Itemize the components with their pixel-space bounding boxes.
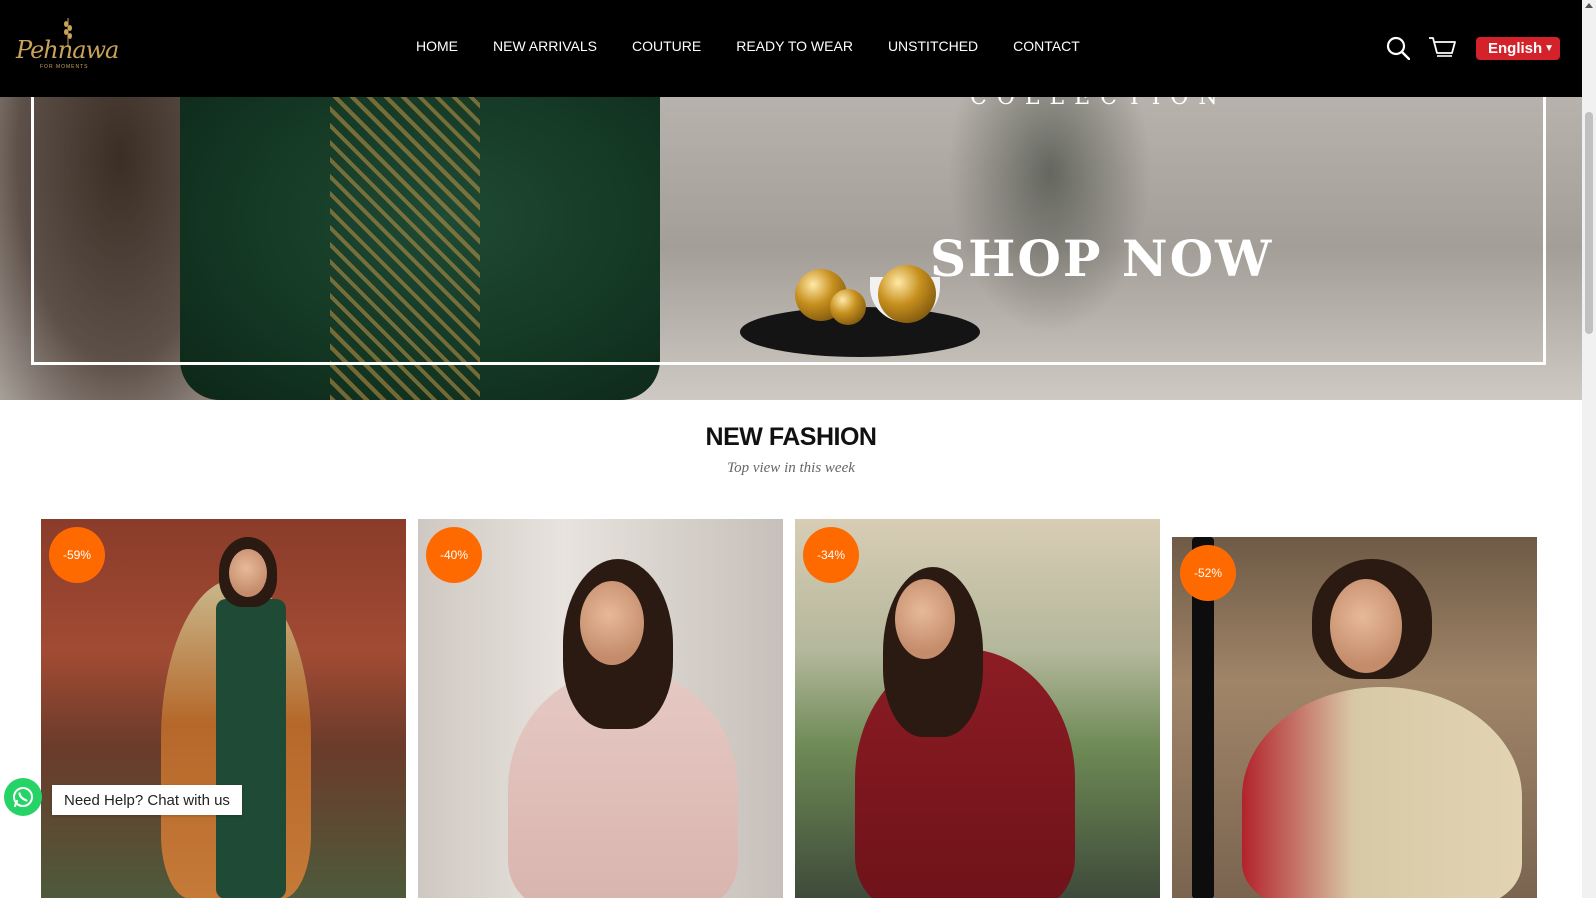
discount-badge: -59% [49,527,105,583]
product-model-face [229,549,267,597]
section-title: NEW FASHION [705,423,877,451]
nav-contact[interactable]: CONTACT [1013,38,1080,54]
nav-new-arrivals[interactable]: NEW ARRIVALS [493,38,597,54]
product-card[interactable]: -40% [418,519,783,898]
cart-icon [1429,37,1456,57]
nav-unstitched[interactable]: UNSTITCHED [888,38,978,54]
language-select[interactable]: English ▼ [1476,36,1560,60]
product-model-face [580,581,644,665]
page: Pehnawa FOR MOMENTS HOME NEW ARRIVALS CO… [0,0,1596,898]
hero-collection-text: COLLECTION [970,97,1228,110]
nav-couture[interactable]: COUTURE [632,38,701,54]
scrollbar-thumb[interactable] [1585,112,1593,334]
header-actions: English ▼ [1384,34,1560,62]
discount-badge: -40% [426,527,482,583]
chat-help-label[interactable]: Need Help? Chat with us [52,785,242,815]
brand-logo[interactable]: Pehnawa FOR MOMENTS [16,16,119,80]
search-button[interactable] [1384,34,1412,62]
product-dupatta [216,599,286,898]
nav-home[interactable]: HOME [416,38,458,54]
product-model-face [895,579,955,659]
site-header: Pehnawa FOR MOMENTS HOME NEW ARRIVALS CO… [0,0,1582,97]
product-image [1242,687,1522,898]
cart-button[interactable] [1428,34,1456,62]
product-card[interactable]: -59% [41,519,406,898]
nav-ready-to-wear[interactable]: READY TO WEAR [736,38,853,54]
section-subtitle: Top view in this week [727,460,855,476]
whatsapp-icon [13,787,33,808]
discount-badge: -52% [1180,545,1236,601]
page-scrollbar[interactable] [1582,0,1596,898]
search-icon [1386,36,1410,60]
main-nav: HOME NEW ARRIVALS COUTURE READY TO WEAR … [416,38,1080,54]
logo-wordmark: Pehnawa [16,36,119,64]
whatsapp-button[interactable] [4,778,42,816]
hero-banner[interactable]: COLLECTION SHOP NOW [0,97,1582,400]
viewport: Pehnawa FOR MOMENTS HOME NEW ARRIVALS CO… [0,0,1582,898]
hero-frame [31,97,1546,365]
discount-badge: -34% [803,527,859,583]
chevron-down-icon: ▼ [1544,42,1554,54]
scroll-up-icon[interactable] [1585,3,1593,8]
language-value: English [1488,39,1543,57]
product-model-face [1330,579,1402,673]
shop-now-button[interactable]: SHOP NOW [930,229,1273,288]
product-card[interactable]: -34% [795,519,1160,898]
product-card[interactable]: -52% [1172,537,1537,898]
logo-tagline: FOR MOMENTS [40,64,89,70]
